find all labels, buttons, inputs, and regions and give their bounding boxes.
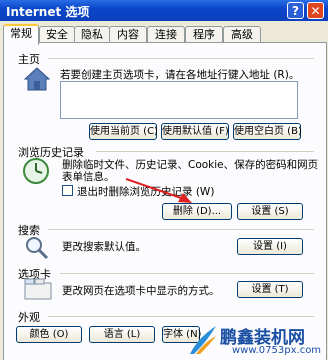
window-title: Internet 选项 xyxy=(6,5,90,19)
home-description: 若要创建主页选项卡，请在各地址行键入地址 (R)。 xyxy=(60,69,300,81)
tabs-description: 更改网页在选项卡中显示的方式。 xyxy=(62,285,220,297)
divider xyxy=(48,58,314,59)
history-description-line2: 表单信息。 xyxy=(62,171,115,183)
history-settings-button[interactable]: 设置 (S) xyxy=(237,203,303,220)
tab-strip: 常规 安全 隐私 内容 连接 程序 高级 xyxy=(0,24,328,45)
title-bar: Internet 选项 ? ✕ xyxy=(0,0,328,21)
tab-content[interactable]: 内容 xyxy=(109,26,147,43)
tab-security[interactable]: 安全 xyxy=(39,26,75,43)
tab-programs[interactable]: 程序 xyxy=(185,26,223,43)
search-settings-button[interactable]: 设置 (I) xyxy=(237,238,303,255)
use-blank-button[interactable]: 使用空白页 (B) xyxy=(233,123,302,140)
divider xyxy=(48,316,314,317)
tab-privacy[interactable]: 隐私 xyxy=(74,26,110,43)
internet-options-dialog: Internet 选项 ? ✕ 常规 安全 隐私 内容 连接 程序 高级 主页 … xyxy=(0,0,328,360)
divider xyxy=(60,273,314,274)
delete-on-exit-checkbox[interactable] xyxy=(62,185,73,196)
home-heading: 主页 xyxy=(18,53,40,66)
watermark: 鹏鑫装机网 www.0753px.com xyxy=(188,322,328,360)
home-page-address-box[interactable] xyxy=(60,81,298,119)
use-current-button[interactable]: 使用当前页 (C) xyxy=(89,123,158,140)
tab-connections[interactable]: 连接 xyxy=(147,26,185,43)
watermark-logo-icon xyxy=(190,326,216,354)
home-icon xyxy=(24,67,50,91)
tab-advanced[interactable]: 高级 xyxy=(223,26,261,43)
languages-button[interactable]: 语言 (L) xyxy=(89,326,155,343)
red-arrow-annotation xyxy=(125,178,192,203)
appearance-heading: 外观 xyxy=(18,311,40,324)
close-button[interactable]: ✕ xyxy=(307,2,324,19)
help-button[interactable]: ? xyxy=(287,2,304,19)
search-description: 更改搜索默认值。 xyxy=(62,241,146,253)
magnifier-icon xyxy=(26,237,49,260)
tabs-settings-button[interactable]: 设置 (T) xyxy=(237,281,303,298)
use-default-button[interactable]: 使用默认值 (F) xyxy=(161,123,229,140)
colors-button[interactable]: 颜色 (O) xyxy=(16,326,82,343)
divider xyxy=(96,151,314,152)
tabs-icon xyxy=(24,278,52,300)
history-clock-icon xyxy=(23,158,49,184)
divider xyxy=(48,229,314,230)
watermark-url: www.0753px.com xyxy=(232,345,322,356)
tab-general[interactable]: 常规 xyxy=(3,24,39,45)
general-panel: 主页 若要创建主页选项卡，请在各地址行键入地址 (R)。 使用当前页 (C) 使… xyxy=(3,42,327,360)
